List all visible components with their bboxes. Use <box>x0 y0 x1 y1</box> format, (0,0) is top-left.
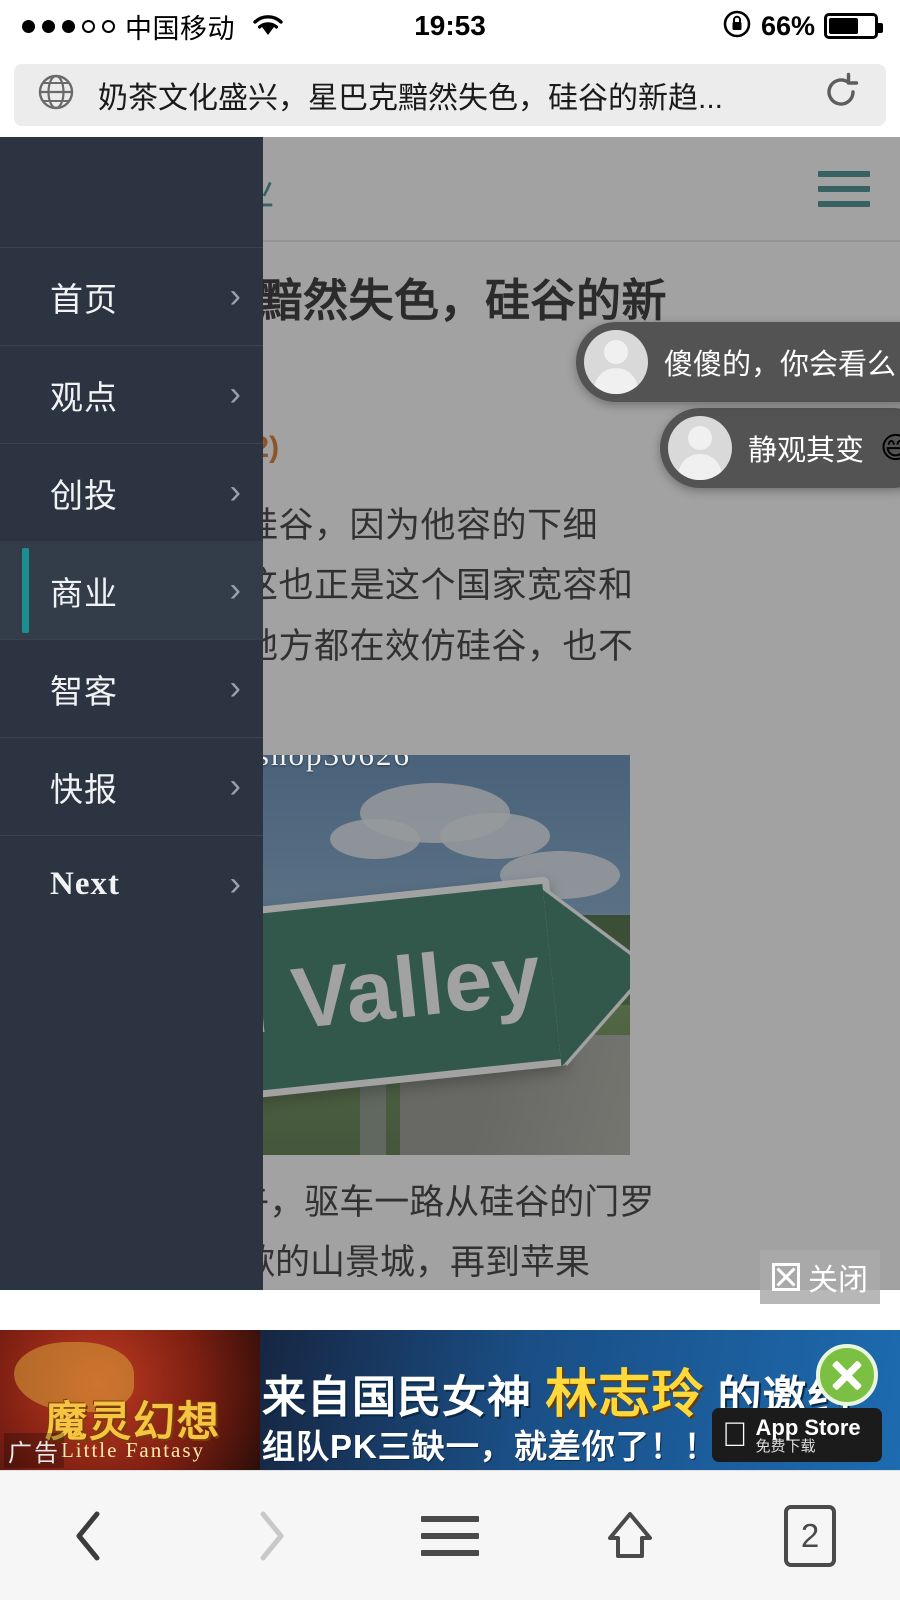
chevron-right-icon <box>260 1511 284 1560</box>
drawer-item-label: 创投 <box>50 476 118 514</box>
status-bar-right: 66% <box>722 9 883 44</box>
hamburger-menu-icon <box>421 1515 479 1556</box>
drawer-item-label: 快报 <box>50 770 118 808</box>
chevron-right-icon: › <box>229 473 241 511</box>
chevron-right-icon: › <box>229 865 241 903</box>
url-input[interactable]: 奶茶文化盛兴，星巴克黯然失色，硅谷的新趋... <box>98 73 796 117</box>
chevron-right-icon: › <box>229 571 241 609</box>
tab-count-badge: 2 <box>784 1504 836 1567</box>
navigation-drawer: 首页 › 观点 › 创投 › 商业 › 智客 › 快报 › Next › <box>0 137 263 1290</box>
signal-strength-icon <box>22 19 115 33</box>
browser-menu-button[interactable] <box>360 1471 540 1600</box>
status-bar: 中国移动 19:53 66% <box>0 0 900 52</box>
home-icon <box>608 1511 652 1558</box>
chevron-right-icon: › <box>229 669 241 707</box>
overlay-close-label: 关闭 <box>808 1264 868 1297</box>
chevron-right-icon: › <box>229 767 241 805</box>
ad-label: 广告 <box>4 1433 64 1468</box>
apple-icon:  <box>722 1418 748 1452</box>
drawer-item-express[interactable]: 快报 › <box>0 737 263 835</box>
battery-icon <box>824 13 883 39</box>
chevron-right-icon: › <box>229 277 241 315</box>
comment-bubble-text: 傻傻的，你会看么 <box>664 349 897 381</box>
back-button[interactable] <box>0 1471 180 1600</box>
comment-bubble[interactable]: 傻傻的，你会看么 😳 <box>576 322 900 402</box>
emoji-icon: 😅 <box>880 431 900 465</box>
drawer-item-label: 观点 <box>50 378 118 416</box>
rotation-lock-icon <box>722 9 752 44</box>
carrier-label: 中国移动 <box>125 13 235 44</box>
comment-bubble-text: 静观其变 <box>748 435 865 467</box>
forward-button[interactable] <box>180 1471 360 1600</box>
battery-percent-label: 66% <box>760 10 815 41</box>
ad-headline-pre: 来自国民女神 <box>262 1373 546 1422</box>
drawer-item-viewpoint[interactable]: 观点 › <box>0 345 263 443</box>
user-avatar-icon <box>668 416 732 480</box>
app-store-sublabel: 免费下载 <box>730 1437 816 1455</box>
browser-address-bar: 奶茶文化盛兴，星巴克黯然失色，硅谷的新趋... <box>0 52 900 137</box>
drawer-item-home[interactable]: 首页 › <box>0 247 263 345</box>
app-store-label: App Store <box>730 1414 861 1440</box>
drawer-item-venture[interactable]: 创投 › <box>0 443 263 541</box>
overlay-close-button[interactable]: 关闭 <box>760 1250 880 1304</box>
chevron-right-icon: › <box>229 375 241 413</box>
drawer-item-label: 首页 <box>50 280 118 318</box>
drawer-item-label: 商业 <box>50 574 118 612</box>
drawer-item-label: 智客 <box>50 672 118 710</box>
drawer-item-business[interactable]: 商业 › <box>0 541 263 639</box>
ad-content[interactable]: 魔灵幻想 Little Fantasy 来自国民女神 林志玲 的邀约 组队PK三… <box>0 1330 900 1470</box>
wifi-icon <box>251 11 285 42</box>
home-button[interactable] <box>540 1471 720 1600</box>
status-bar-left: 中国移动 <box>22 7 285 46</box>
url-input-container[interactable]: 奶茶文化盛兴，星巴克黯然失色，硅谷的新趋... <box>14 63 886 126</box>
phone-screen: 中国移动 19:53 66% 奶茶文化盛兴，星巴克黯然失色，硅谷的新趋... 傻… <box>0 0 900 1600</box>
globe-icon <box>36 72 76 117</box>
reload-icon[interactable] <box>818 69 864 120</box>
user-avatar-icon <box>584 330 648 394</box>
drawer-item-label: Next <box>50 866 120 902</box>
ad-headline-highlight: 林志玲 <box>545 1366 705 1424</box>
ad-close-button[interactable] <box>816 1344 878 1406</box>
browser-bottom-toolbar: 2 <box>0 1470 900 1600</box>
drawer-spacer <box>0 137 263 247</box>
drawer-item-zhike[interactable]: 智客 › <box>0 639 263 737</box>
ad-subline: 组队PK三缺一，就差你了！！ <box>262 1428 718 1465</box>
comment-bubble[interactable]: 静观其变 😅 <box>660 408 900 488</box>
app-store-badge[interactable]:  App Store 免费下载 <box>712 1408 882 1462</box>
chevron-left-icon <box>76 1511 100 1560</box>
close-box-icon <box>772 1263 800 1291</box>
tabs-button[interactable]: 2 <box>720 1471 900 1600</box>
drawer-item-next[interactable]: Next › <box>0 835 263 933</box>
ad-banner[interactable]: 魔灵幻想 Little Fantasy 来自国民女神 林志玲 的邀约 组队PK三… <box>0 1330 900 1470</box>
